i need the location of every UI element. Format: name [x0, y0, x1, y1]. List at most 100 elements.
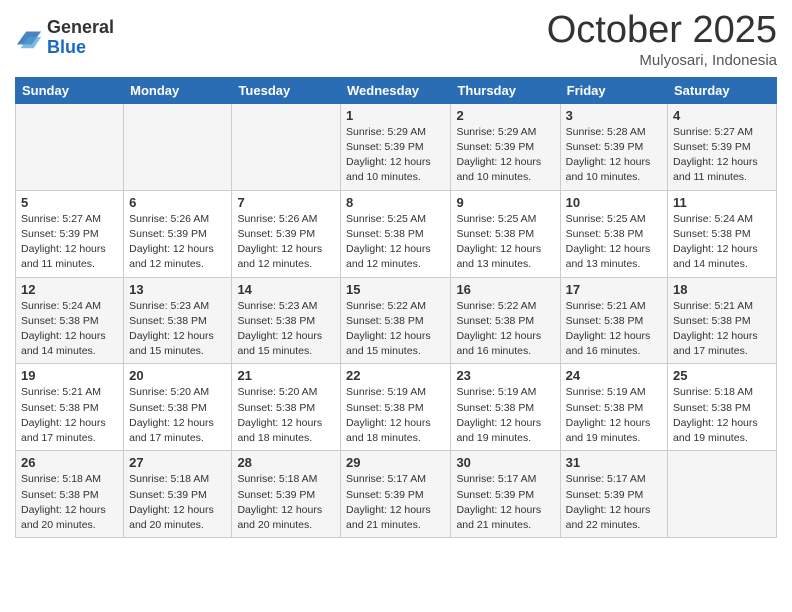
day-number: 1 [346, 108, 445, 123]
calendar-week-1: 1 Sunrise: 5:29 AMSunset: 5:39 PMDaylight… [16, 103, 777, 190]
day-number: 25 [673, 368, 771, 383]
page-header: General Blue October 2025 Mulyosari, Ind… [15, 10, 777, 69]
logo-general-text: General [47, 18, 114, 38]
day-info: Sunrise: 5:22 AMSunset: 5:38 PMDaylight:… [346, 299, 445, 360]
day-number: 22 [346, 368, 445, 383]
calendar-cell: 25 Sunrise: 5:18 AMSunset: 5:38 PMDayligh… [668, 364, 777, 451]
calendar-week-2: 5 Sunrise: 5:27 AMSunset: 5:39 PMDaylight… [16, 190, 777, 277]
day-info: Sunrise: 5:21 AMSunset: 5:38 PMDaylight:… [673, 299, 771, 360]
day-number: 4 [673, 108, 771, 123]
day-info: Sunrise: 5:23 AMSunset: 5:38 PMDaylight:… [129, 299, 226, 360]
calendar-cell: 8 Sunrise: 5:25 AMSunset: 5:38 PMDaylight… [341, 190, 451, 277]
day-info: Sunrise: 5:18 AMSunset: 5:39 PMDaylight:… [129, 472, 226, 533]
day-info: Sunrise: 5:17 AMSunset: 5:39 PMDaylight:… [346, 472, 445, 533]
calendar-cell: 23 Sunrise: 5:19 AMSunset: 5:38 PMDayligh… [451, 364, 560, 451]
day-info: Sunrise: 5:23 AMSunset: 5:38 PMDaylight:… [237, 299, 335, 360]
day-number: 26 [21, 455, 118, 470]
calendar-cell: 28 Sunrise: 5:18 AMSunset: 5:39 PMDayligh… [232, 451, 341, 538]
day-info: Sunrise: 5:19 AMSunset: 5:38 PMDaylight:… [346, 385, 445, 446]
weekday-header-saturday: Saturday [668, 77, 777, 103]
day-info: Sunrise: 5:22 AMSunset: 5:38 PMDaylight:… [456, 299, 554, 360]
day-number: 2 [456, 108, 554, 123]
calendar-cell: 13 Sunrise: 5:23 AMSunset: 5:38 PMDayligh… [124, 277, 232, 364]
calendar-cell [668, 451, 777, 538]
day-number: 20 [129, 368, 226, 383]
day-info: Sunrise: 5:25 AMSunset: 5:38 PMDaylight:… [456, 212, 554, 273]
location-subtitle: Mulyosari, Indonesia [547, 52, 777, 69]
day-number: 24 [566, 368, 662, 383]
calendar-cell: 7 Sunrise: 5:26 AMSunset: 5:39 PMDaylight… [232, 190, 341, 277]
calendar-cell: 22 Sunrise: 5:19 AMSunset: 5:38 PMDayligh… [341, 364, 451, 451]
day-info: Sunrise: 5:17 AMSunset: 5:39 PMDaylight:… [456, 472, 554, 533]
day-number: 19 [21, 368, 118, 383]
calendar-cell: 17 Sunrise: 5:21 AMSunset: 5:38 PMDayligh… [560, 277, 667, 364]
calendar-cell: 20Sunrise: 5:20 AMSunset: 5:38 PMDayligh… [124, 364, 232, 451]
calendar-cell: 26 Sunrise: 5:18 AMSunset: 5:38 PMDayligh… [16, 451, 124, 538]
day-number: 23 [456, 368, 554, 383]
calendar-cell: 10Sunrise: 5:25 AMSunset: 5:38 PMDayligh… [560, 190, 667, 277]
day-number: 8 [346, 195, 445, 210]
day-info: Sunrise: 5:28 AMSunset: 5:39 PMDaylight:… [566, 125, 662, 186]
day-number: 30 [456, 455, 554, 470]
day-info: Sunrise: 5:27 AMSunset: 5:39 PMDaylight:… [673, 125, 771, 186]
day-info: Sunrise: 5:18 AMSunset: 5:39 PMDaylight:… [237, 472, 335, 533]
day-number: 3 [566, 108, 662, 123]
day-info: Sunrise: 5:26 AMSunset: 5:39 PMDaylight:… [129, 212, 226, 273]
weekday-header-monday: Monday [124, 77, 232, 103]
day-number: 9 [456, 195, 554, 210]
day-number: 27 [129, 455, 226, 470]
calendar-cell: 30 Sunrise: 5:17 AMSunset: 5:39 PMDayligh… [451, 451, 560, 538]
weekday-header-wednesday: Wednesday [341, 77, 451, 103]
day-number: 13 [129, 282, 226, 297]
calendar-cell: 27 Sunrise: 5:18 AMSunset: 5:39 PMDayligh… [124, 451, 232, 538]
day-info: Sunrise: 5:21 AMSunset: 5:38 PMDaylight:… [566, 299, 662, 360]
day-info: Sunrise: 5:24 AMSunset: 5:38 PMDaylight:… [673, 212, 771, 273]
day-number: 7 [237, 195, 335, 210]
day-info: Sunrise: 5:29 AMSunset: 5:39 PMDaylight:… [346, 125, 445, 186]
day-info: Sunrise: 5:27 AMSunset: 5:39 PMDaylight:… [21, 212, 118, 273]
calendar-cell: 21 Sunrise: 5:20 AMSunset: 5:38 PMDayligh… [232, 364, 341, 451]
calendar-week-3: 12Sunrise: 5:24 AMSunset: 5:38 PMDayligh… [16, 277, 777, 364]
logo-blue-text: Blue [47, 38, 114, 58]
calendar-cell: 14Sunrise: 5:23 AMSunset: 5:38 PMDayligh… [232, 277, 341, 364]
logo: General Blue [15, 18, 114, 58]
day-number: 28 [237, 455, 335, 470]
day-info: Sunrise: 5:18 AMSunset: 5:38 PMDaylight:… [21, 472, 118, 533]
day-number: 15 [346, 282, 445, 297]
calendar-cell: 12Sunrise: 5:24 AMSunset: 5:38 PMDayligh… [16, 277, 124, 364]
day-info: Sunrise: 5:25 AMSunset: 5:38 PMDaylight:… [566, 212, 662, 273]
calendar-cell [232, 103, 341, 190]
calendar-week-5: 26 Sunrise: 5:18 AMSunset: 5:38 PMDayligh… [16, 451, 777, 538]
day-info: Sunrise: 5:21 AMSunset: 5:38 PMDaylight:… [21, 385, 118, 446]
day-info: Sunrise: 5:17 AMSunset: 5:39 PMDaylight:… [566, 472, 662, 533]
calendar-cell [16, 103, 124, 190]
calendar-cell: 19 Sunrise: 5:21 AMSunset: 5:38 PMDayligh… [16, 364, 124, 451]
day-number: 21 [237, 368, 335, 383]
calendar-cell: 15 Sunrise: 5:22 AMSunset: 5:38 PMDayligh… [341, 277, 451, 364]
title-block: October 2025 Mulyosari, Indonesia [547, 10, 777, 69]
calendar-cell: 1 Sunrise: 5:29 AMSunset: 5:39 PMDaylight… [341, 103, 451, 190]
calendar-cell: 3 Sunrise: 5:28 AMSunset: 5:39 PMDaylight… [560, 103, 667, 190]
day-info: Sunrise: 5:20 AMSunset: 5:38 PMDaylight:… [237, 385, 335, 446]
day-number: 16 [456, 282, 554, 297]
day-info: Sunrise: 5:19 AMSunset: 5:38 PMDaylight:… [456, 385, 554, 446]
calendar-cell: 4 Sunrise: 5:27 AMSunset: 5:39 PMDaylight… [668, 103, 777, 190]
day-info: Sunrise: 5:26 AMSunset: 5:39 PMDaylight:… [237, 212, 335, 273]
day-info: Sunrise: 5:18 AMSunset: 5:38 PMDaylight:… [673, 385, 771, 446]
calendar-cell: 29 Sunrise: 5:17 AMSunset: 5:39 PMDayligh… [341, 451, 451, 538]
day-number: 5 [21, 195, 118, 210]
day-number: 29 [346, 455, 445, 470]
day-info: Sunrise: 5:19 AMSunset: 5:38 PMDaylight:… [566, 385, 662, 446]
calendar-cell: 2 Sunrise: 5:29 AMSunset: 5:39 PMDaylight… [451, 103, 560, 190]
calendar-table: SundayMondayTuesdayWednesdayThursdayFrid… [15, 77, 777, 538]
day-number: 17 [566, 282, 662, 297]
logo-icon [15, 24, 43, 52]
day-info: Sunrise: 5:29 AMSunset: 5:39 PMDaylight:… [456, 125, 554, 186]
calendar-cell: 24 Sunrise: 5:19 AMSunset: 5:38 PMDayligh… [560, 364, 667, 451]
weekday-header-thursday: Thursday [451, 77, 560, 103]
month-title: October 2025 [547, 10, 777, 52]
calendar-cell: 11Sunrise: 5:24 AMSunset: 5:38 PMDayligh… [668, 190, 777, 277]
day-info: Sunrise: 5:25 AMSunset: 5:38 PMDaylight:… [346, 212, 445, 273]
calendar-week-4: 19 Sunrise: 5:21 AMSunset: 5:38 PMDayligh… [16, 364, 777, 451]
calendar-header-row: SundayMondayTuesdayWednesdayThursdayFrid… [16, 77, 777, 103]
